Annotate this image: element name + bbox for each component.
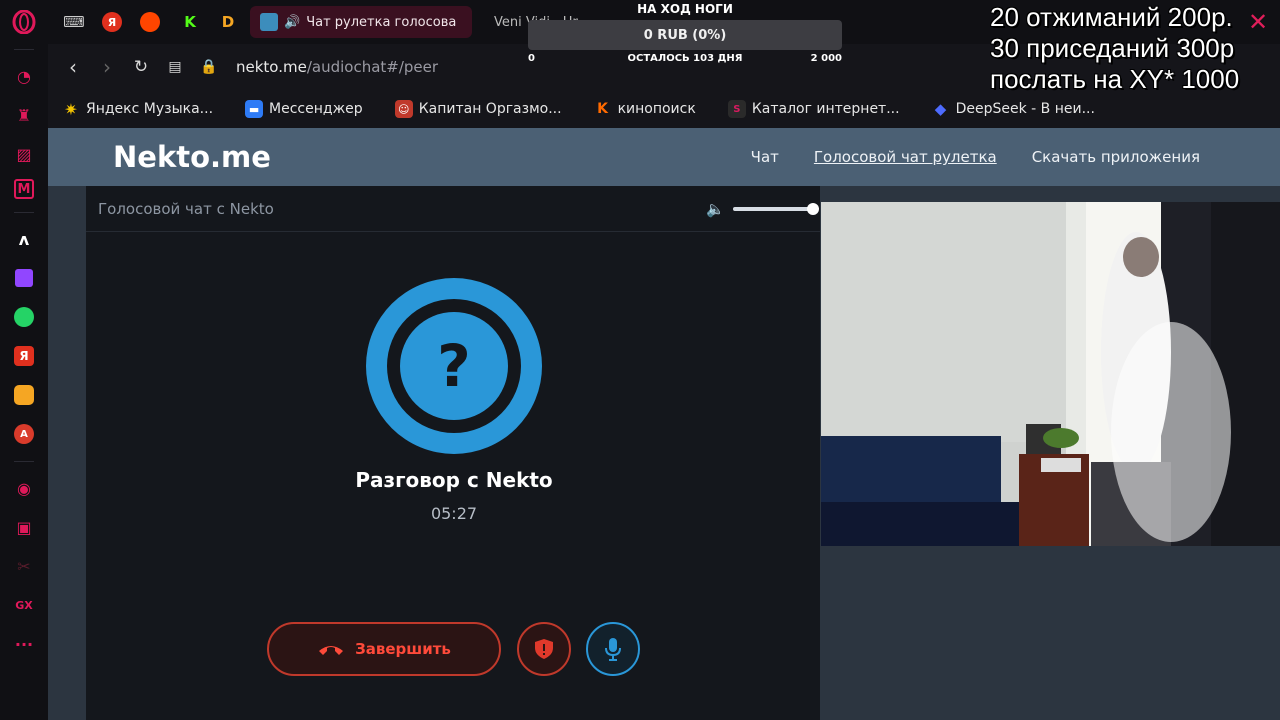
volume-control[interactable]: 🔈 [706,200,819,218]
bookmark-label: DeepSeek - В неи... [955,101,1095,117]
overlay-line: 20 отжиманий 200р. [990,2,1233,32]
aria-icon[interactable]: ʌ [10,225,38,253]
overlay-line: 30 приседаний 300р [990,33,1235,63]
bookmark-label: Мессенджер [269,101,363,117]
webcam-feed [821,202,1280,546]
sidebar-divider [14,212,34,213]
nav-link-voice-chat[interactable]: Голосовой чат рулетка [814,148,997,166]
yandex-icon[interactable]: Я [10,342,38,370]
conversation-title: Разговор с Nekto [355,468,553,492]
bookmark-label: Каталог интернет... [751,101,900,117]
speed-dial-icon[interactable]: ◔ [10,62,38,90]
shield-icon [535,639,553,659]
kinopoisk-icon: K [597,101,608,117]
bookmark-item[interactable]: ◆ DeepSeek - В неи... [932,100,1095,118]
page-body: Голосовой чат с Nekto 🔈 ? Разговор с Nek… [48,186,1280,720]
peer-avatar: ? [366,278,542,454]
volume-icon[interactable]: 🔈 [706,200,725,218]
yandex-tab-icon[interactable]: Я [100,10,124,34]
mail-icon[interactable] [10,381,38,409]
bookmark-item[interactable]: ✷ Яндекс Музыка... [62,99,214,119]
bookmarks-bar: ✷ Яндекс Музыка... ▬ Мессенджер ☺ Капитан О… [48,90,1280,128]
site-logo[interactable]: Nekto.me [113,140,271,174]
volume-slider[interactable] [732,203,819,215]
report-button[interactable] [517,622,571,676]
microphone-icon [605,638,621,661]
browser-sidebar: ◔ ♜ ▨ M ʌ Я A ◉ ▣ ✂ GX ··· [0,0,48,720]
donation-max: 2 000 [810,53,842,64]
bookmark-item[interactable]: Kкинопоиск [594,100,696,118]
bookmark-item[interactable]: ▬ Мессенджер [245,100,363,118]
voice-chat-panel: Голосовой чат с Nekto 🔈 ? Разговор с Nek… [86,186,820,720]
kick-icon[interactable]: K [178,10,202,34]
catalog-icon: S [727,100,746,118]
whatsapp-icon[interactable] [10,303,38,331]
microphone-tab-icon [260,13,278,31]
face-icon: ☺ [394,100,413,118]
speaker-icon[interactable]: 🔊 [284,15,300,30]
tab-active[interactable]: 🔊 Чат рулетка голосова [250,6,472,38]
opera-logo-icon[interactable] [10,8,38,36]
url-host: nekto.me [236,58,307,76]
bookmark-item[interactable]: S Каталог интернет... [727,100,900,118]
bookmark-label: Яндекс Музыка... [86,101,214,117]
nav-link-chat[interactable]: Чат [751,148,779,166]
back-icon[interactable]: ‹ [58,52,88,82]
call-timer: 05:27 [430,504,478,523]
twitch-icon[interactable] [10,264,38,292]
close-icon[interactable]: ✕ [1248,8,1268,36]
wallet-icon[interactable]: ▣ [10,513,38,541]
gx-icon[interactable]: GX [10,591,38,619]
pinboard-icon[interactable]: ✂ [10,552,38,580]
end-call-label: Завершить [355,640,451,658]
deepseek-icon: ◆ [934,100,947,118]
donation-goal-bar: 0 RUB (0%) [528,20,842,50]
sidebar-divider [14,461,34,462]
gamepad-icon[interactable]: ⌨ [62,10,86,34]
end-call-button[interactable]: Завершить [267,622,501,676]
url-path: /audiochat#/peer [306,58,439,76]
sidebar-divider [14,49,34,50]
translate-icon[interactable]: A [10,420,38,448]
stream-overlay-text: 20 отжиманий 200р. 30 приседаний 300р по… [990,2,1280,95]
reload-icon[interactable]: ↻ [126,52,156,82]
volume-knob[interactable] [806,203,819,215]
lock-icon[interactable]: 🔒 [194,52,224,82]
url-field[interactable]: nekto.me/audiochat#/peer [236,58,438,76]
donation-amount: 0 RUB (0%) [643,27,727,43]
music-player-icon[interactable]: ◉ [10,474,38,502]
reader-icon[interactable]: ▤ [160,52,190,82]
donation-remaining: ОСТАЛОСЬ 103 ДНЯ [627,53,743,64]
forward-icon[interactable]: › [92,52,122,82]
gx-corner-icon[interactable]: ♜ [10,101,38,129]
microphone-button[interactable] [586,622,640,676]
yandex-music-icon: ✷ [64,99,78,119]
bookmark-item[interactable]: ☺ Капитан Оргазмо... [394,100,562,118]
donation-goal-title: НА ХОД НОГИ [637,2,733,16]
gmail-icon[interactable]: M [14,179,34,199]
messenger-icon: ▬ [245,100,264,118]
site-nav: Чат Голосовой чат рулетка Скачать прилож… [751,148,1200,166]
question-icon: ? [400,312,508,420]
more-icon[interactable]: ··· [10,630,38,658]
bookmark-label: Капитан Оргазмо... [418,101,562,117]
tab-title: Чат рулетка голосова [306,14,457,30]
nav-link-download[interactable]: Скачать приложения [1032,148,1200,166]
reddit-icon[interactable] [138,10,162,34]
gx-control-icon[interactable]: ▨ [10,140,38,168]
bookmark-label: кинопоиск [617,101,696,117]
overlay-line: послать на XY* 1000 [990,64,1240,94]
hangup-icon [319,646,344,655]
webcam-image [821,202,1280,546]
donation-min: 0 [528,53,535,64]
donationalerts-icon[interactable]: D [216,10,240,34]
avatar-ring: ? [387,299,521,433]
screen: ◔ ♜ ▨ M ʌ Я A ◉ ▣ ✂ GX ··· ⌨ Я K D 🔊 Чат… [0,0,1280,720]
site-header: Nekto.me Чат Голосовой чат рулетка Скача… [48,128,1280,186]
